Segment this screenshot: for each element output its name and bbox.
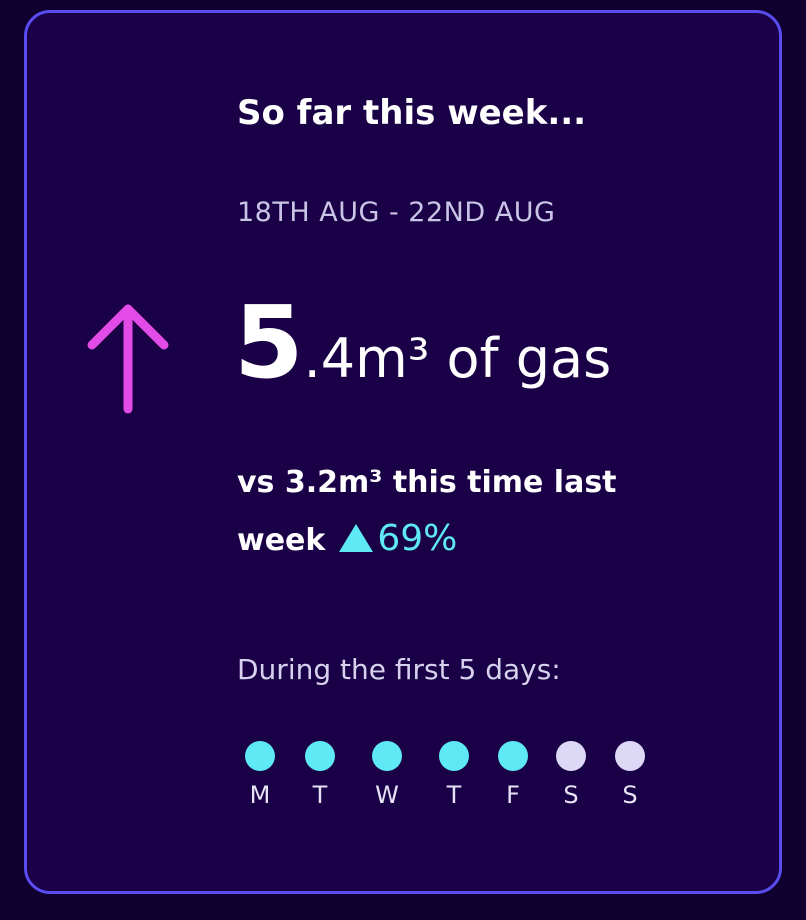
day-indicator: F xyxy=(493,741,533,807)
day-dot xyxy=(439,741,469,771)
comparison-text-line1: vs 3.2m³ this time last xyxy=(237,465,617,500)
day-letter: S xyxy=(622,781,638,809)
comparison-percent: 69% xyxy=(377,518,458,559)
usage-amount: 5.4m³ of gas xyxy=(234,293,611,393)
date-range: 18TH AUG - 22ND AUG xyxy=(237,197,556,228)
usage-amount-whole: 5 xyxy=(234,284,304,401)
day-letter: W xyxy=(375,781,399,809)
usage-amount-rest: .4m³ of gas xyxy=(303,327,612,390)
arrow-up-icon xyxy=(87,304,169,414)
comparison: vs 3.2m³ this time last week 69% xyxy=(237,455,707,569)
day-letter: T xyxy=(312,781,328,809)
day-indicator: W xyxy=(367,741,407,807)
day-dot xyxy=(615,741,645,771)
days-label: During the first 5 days: xyxy=(237,653,561,686)
day-indicator: T xyxy=(300,741,340,807)
day-letter: S xyxy=(563,781,579,809)
day-dot xyxy=(498,741,528,771)
triangle-up-icon xyxy=(339,524,374,552)
day-indicator: S xyxy=(610,741,650,807)
card-heading: So far this week... xyxy=(237,93,587,133)
day-dot xyxy=(372,741,402,771)
day-letter: F xyxy=(506,781,520,809)
comparison-text-line2: week xyxy=(237,523,326,558)
day-dot xyxy=(305,741,335,771)
day-letter: T xyxy=(446,781,462,809)
day-dot xyxy=(245,741,275,771)
day-indicator: M xyxy=(240,741,280,807)
day-indicator: T xyxy=(434,741,474,807)
day-dot xyxy=(556,741,586,771)
day-indicator: S xyxy=(551,741,591,807)
usage-card: So far this week... 18TH AUG - 22ND AUG … xyxy=(24,10,782,894)
day-letter: M xyxy=(249,781,271,809)
